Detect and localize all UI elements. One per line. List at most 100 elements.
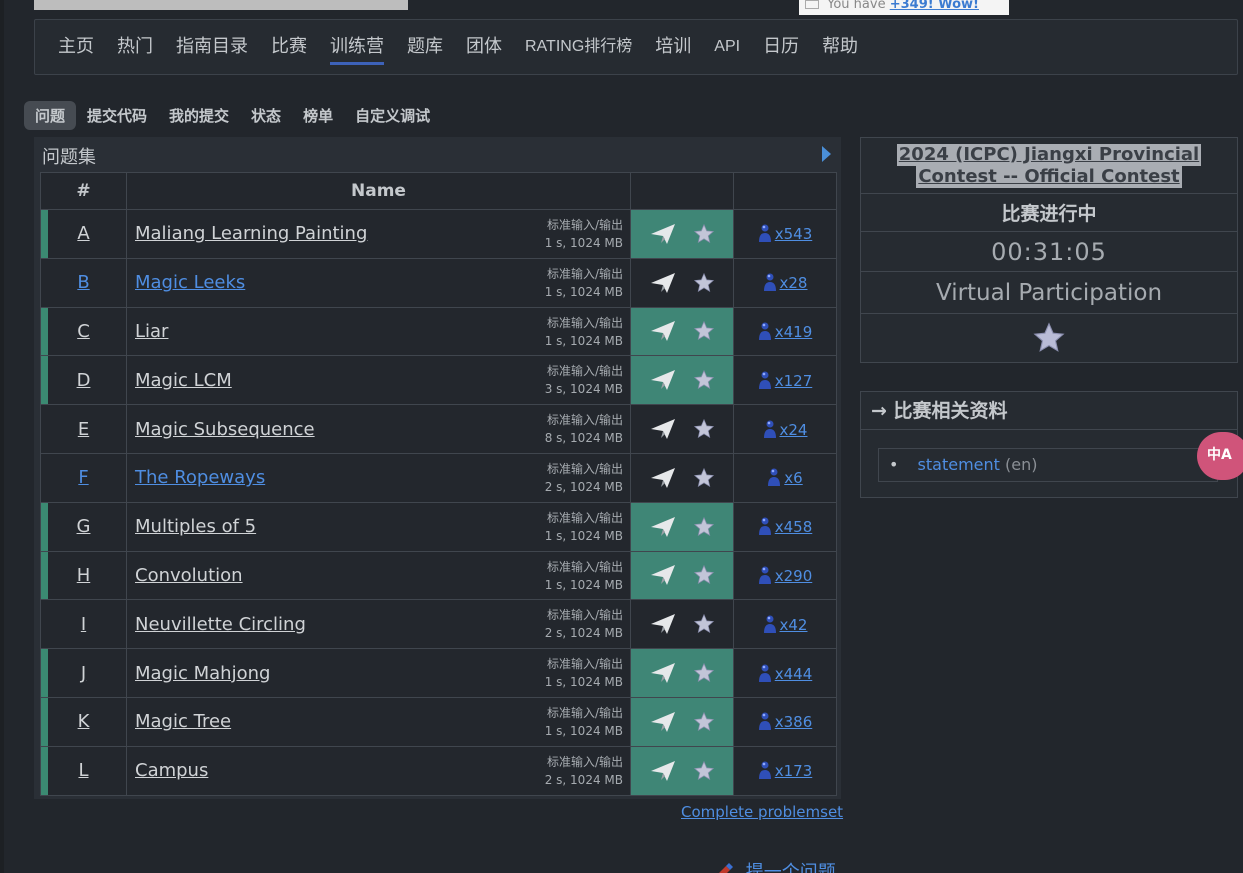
sub-tab[interactable]: 榜单 [292,101,344,130]
submit-plane-icon[interactable] [649,466,677,490]
sub-tab[interactable]: 提交代码 [76,101,158,130]
contest-title-line2[interactable]: Contest -- Official Contest [916,165,1182,188]
problem-name-link[interactable]: Magic Tree [135,711,231,732]
star-icon[interactable] [693,564,715,586]
star-icon[interactable] [693,418,715,440]
problem-name-link[interactable]: Magic Mahjong [135,663,270,684]
nav-item[interactable]: RATING排行榜 [525,19,632,75]
star-icon[interactable] [693,320,715,342]
solvers-count-link[interactable]: x458 [758,517,812,536]
problem-name-link[interactable]: The Ropeways [135,467,265,488]
problem-id-link[interactable]: F [78,467,88,488]
star-icon[interactable] [693,369,715,391]
expand-arrow-icon[interactable] [822,146,831,162]
submit-plane-icon[interactable] [649,710,677,734]
star-icon[interactable] [693,711,715,733]
problem-id-link[interactable]: K [78,711,90,732]
nav-item[interactable]: 题库 [407,19,443,75]
star-icon[interactable] [693,662,715,684]
submit-plane-icon[interactable] [649,759,677,783]
star-icon[interactable] [1032,321,1066,355]
problem-id-link[interactable]: B [77,272,89,293]
star-icon[interactable] [693,613,715,635]
solvers-count-link[interactable]: x6 [767,468,803,487]
nav-item[interactable]: 团体 [466,19,502,75]
problem-id-cell: D [40,355,127,406]
solvers-count-link[interactable]: x543 [758,224,812,243]
ask-question-link[interactable]: 提一个问题 [712,858,836,873]
submit-plane-icon[interactable] [649,368,677,392]
submit-plane-icon[interactable] [649,563,677,587]
sub-tab[interactable]: 我的提交 [158,101,240,130]
complete-problemset-link[interactable]: Complete problemset [681,803,843,821]
star-icon[interactable] [693,223,715,245]
translate-button[interactable]: 中A [1197,432,1243,480]
favorite-contest[interactable] [861,314,1237,362]
problem-name-link[interactable]: Magic Subsequence [135,419,315,440]
star-icon[interactable] [693,467,715,489]
nav-item[interactable]: 主页 [58,19,94,75]
nav-item[interactable]: 日历 [763,19,799,75]
sub-tab[interactable]: 自定义调试 [344,101,441,130]
problem-io: 标准输入/输出 [546,705,623,720]
solvers-count-link[interactable]: x419 [758,322,812,341]
problem-row: G Multiples of 5 标准输入/输出 1 s, 1024 MB x458 [40,501,837,552]
submit-plane-icon[interactable] [649,222,677,246]
problem-id-link[interactable]: D [77,370,91,391]
nav-item[interactable]: 热门 [117,19,153,75]
star-icon[interactable] [693,272,715,294]
problem-id-link[interactable]: E [78,419,89,440]
header-search-bar[interactable] [34,0,408,10]
contest-title[interactable]: 2024 (ICPC) Jiangxi Provincial Contest -… [861,138,1237,194]
solvers-count-link[interactable]: x290 [758,566,812,585]
problem-row: H Convolution 标准输入/输出 1 s, 1024 MB x290 [40,550,837,601]
nav-item[interactable]: API [714,19,740,75]
nav-item[interactable]: 比赛 [271,19,307,75]
problem-id-link[interactable]: H [77,565,91,586]
star-icon[interactable] [693,760,715,782]
problem-name-link[interactable]: Magic LCM [135,370,232,391]
submit-plane-icon[interactable] [649,612,677,636]
submit-plane-icon[interactable] [649,271,677,295]
problem-io: 标准输入/输出 [546,364,623,379]
nav-item[interactable]: 帮助 [822,19,858,75]
sub-tab[interactable]: 状态 [240,101,292,130]
problem-name-link[interactable]: Campus [135,760,208,781]
submit-plane-icon[interactable] [649,661,677,685]
problem-id-link[interactable]: I [81,614,86,635]
problem-id-link[interactable]: J [81,663,86,684]
solvers-count-link[interactable]: x127 [758,371,812,390]
problem-name-link[interactable]: Liar [135,321,168,342]
problem-row: A Maliang Learning Painting 标准输入/输出 1 s, 10… [40,209,837,259]
sub-tab[interactable]: 问题 [24,101,77,130]
statement-link[interactable]: statement [918,455,1000,474]
problem-row: D Magic LCM 标准输入/输出 3 s, 1024 MB x127 [40,355,837,406]
problem-name-link[interactable]: Magic Leeks [135,272,245,293]
submit-plane-icon[interactable] [649,319,677,343]
notification-link[interactable]: +349! Wow! [890,0,979,12]
nav-item[interactable]: 训练营 [330,19,384,75]
submit-plane-icon[interactable] [649,515,677,539]
problem-name-link[interactable]: Multiples of 5 [135,516,256,537]
solvers-count-link[interactable]: x42 [763,615,807,634]
solvers-count-link[interactable]: x28 [763,273,807,292]
problem-id-link[interactable]: L [78,760,88,781]
problem-name-link[interactable]: Convolution [135,565,243,586]
solvers-count-link[interactable]: x386 [758,712,812,731]
nav-item[interactable]: 指南目录 [176,19,248,75]
problem-id-link[interactable]: G [77,516,91,537]
problem-name-cell: Liar 标准输入/输出 1 s, 1024 MB [126,306,631,357]
star-icon[interactable] [693,516,715,538]
problem-actions-cell [630,745,734,796]
person-icon [768,468,781,487]
solvers-count-link[interactable]: x173 [758,761,812,780]
problem-id-link[interactable]: C [77,321,90,342]
problem-name-link[interactable]: Neuvillette Circling [135,614,306,635]
problem-id-link[interactable]: A [77,223,89,244]
problem-name-link[interactable]: Maliang Learning Painting [135,223,367,244]
contest-title-line1[interactable]: 2024 (ICPC) Jiangxi Provincial [896,143,1202,166]
submit-plane-icon[interactable] [649,417,677,441]
solvers-count-link[interactable]: x24 [763,420,807,439]
nav-item[interactable]: 培训 [655,19,691,75]
solvers-count-link[interactable]: x444 [758,664,812,683]
